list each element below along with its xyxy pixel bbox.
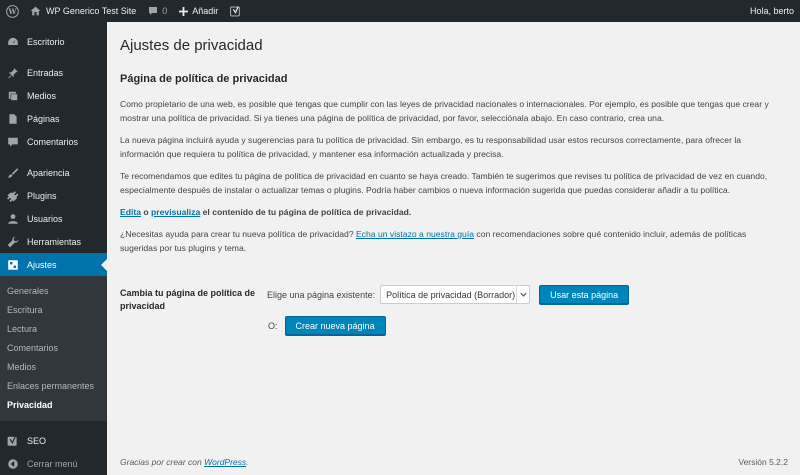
use-page-button[interactable]: Usar esta página: [539, 285, 630, 304]
sidebar-item-label: SEO: [27, 435, 47, 446]
edit-or: o: [143, 207, 149, 217]
site-name-link[interactable]: WP Generico Test Site: [24, 0, 142, 22]
settings-submenu: Generales Escritura Lectura Comentarios …: [0, 276, 107, 421]
sidebar-item-apariencia[interactable]: Apariencia: [0, 161, 107, 184]
admin-sidebar: Escritorio Entradas Medios Páginas Comen…: [0, 22, 107, 475]
wordpress-logo-icon[interactable]: W: [0, 0, 24, 22]
privacy-page-select[interactable]: Política de privacidad (Borrador): [380, 285, 531, 304]
submenu-item-comentarios[interactable]: Comentarios: [0, 339, 107, 358]
submenu-item-privacidad[interactable]: Privacidad: [0, 396, 107, 415]
sidebar-item-label: Páginas: [27, 113, 60, 124]
sidebar-item-label: Medios: [27, 90, 57, 101]
sidebar-item-plugins[interactable]: Plugins: [0, 184, 107, 207]
main-content: Ajustes de privacidad Página de política…: [107, 22, 800, 475]
submenu-item-lectura[interactable]: Lectura: [0, 320, 107, 339]
chevron-down-icon: [516, 286, 529, 303]
home-icon: [30, 6, 41, 16]
sidebar-item-escritorio[interactable]: Escritorio: [0, 30, 107, 53]
pages-icon: [6, 112, 20, 126]
help-paragraph: La nueva página incluirá ayuda y sugeren…: [120, 135, 742, 159]
submenu-item-medios[interactable]: Medios: [0, 358, 107, 377]
sidebar-item-ajustes[interactable]: Ajustes: [0, 253, 107, 276]
page-title: Ajustes de privacidad: [120, 37, 263, 54]
footer-thanks: Gracias por crear con WordPress.: [120, 457, 249, 467]
comments-count: 0: [162, 6, 168, 16]
footer: Gracias por crear con WordPress. Versión…: [120, 457, 788, 467]
sidebar-item-label: Ajustes: [27, 259, 57, 270]
footer-thanks-pre: Gracias por crear con: [120, 457, 202, 467]
intro-paragraph: Como propietario de una web, es posible …: [120, 99, 769, 123]
wrench-icon: [6, 235, 20, 249]
dashboard-icon: [6, 35, 20, 49]
comments-link[interactable]: 0: [142, 0, 173, 22]
guide-pre: ¿Necesitas ayuda para crear tu nueva pol…: [120, 229, 354, 239]
yoast-menu-icon[interactable]: [224, 0, 247, 22]
or-label: O:: [268, 320, 278, 331]
sidebar-item-usuarios[interactable]: Usuarios: [0, 207, 107, 230]
submenu-item-enlaces-permanentes[interactable]: Enlaces permanentes: [0, 377, 107, 396]
settings-fields: Elige una página existente: Política de …: [267, 285, 630, 335]
submenu-item-escritura[interactable]: Escritura: [0, 301, 107, 320]
sidebar-item-herramientas[interactable]: Herramientas: [0, 230, 107, 253]
collapse-arrow-icon: [6, 457, 20, 471]
create-new-page-button[interactable]: Crear nueva página: [284, 316, 386, 335]
choose-existing-label: Elige una página existente:: [267, 289, 376, 300]
plugin-icon: [6, 189, 20, 203]
settings-label: Cambia tu página de política de privacid…: [120, 288, 256, 311]
media-icon: [6, 89, 20, 103]
section-title: Página de política de privacidad: [120, 73, 288, 85]
sidebar-item-label: Comentarios: [27, 136, 79, 147]
sidebar-item-label: Plugins: [27, 190, 57, 201]
comment-icon: [6, 135, 20, 149]
guide-link[interactable]: Echa un vistazo a nuestra guía: [356, 229, 474, 239]
pin-icon: [6, 66, 20, 80]
edit-link[interactable]: Edita: [120, 207, 141, 217]
version-label: Versión 5.2.2: [738, 457, 788, 467]
collapse-label: Cerrar menú: [27, 458, 78, 469]
comment-bubble-icon: [148, 6, 158, 16]
svg-text:W: W: [7, 7, 17, 16]
brush-icon: [6, 166, 20, 180]
sidebar-item-label: Herramientas: [27, 236, 82, 247]
sidebar-item-label: Usuarios: [27, 213, 63, 224]
users-icon: [6, 212, 20, 226]
add-new-label: Añadir: [192, 6, 219, 16]
submenu-item-generales[interactable]: Generales: [0, 282, 107, 301]
site-name: WP Generico Test Site: [46, 6, 137, 16]
sidebar-item-paginas[interactable]: Páginas: [0, 107, 107, 130]
privacy-page-settings: Cambia tu página de política de privacid…: [120, 285, 800, 335]
sidebar-item-comentarios[interactable]: Comentarios: [0, 130, 107, 153]
footer-thanks-post: .: [246, 457, 249, 467]
sidebar-item-label: Apariencia: [27, 167, 70, 178]
sidebar-item-label: Entradas: [27, 67, 64, 78]
user-greeting[interactable]: Hola, berto: [744, 0, 800, 22]
edit-paragraph: Edita o previsualiza el contenido de tu …: [120, 205, 770, 219]
plus-icon: [179, 6, 189, 16]
sidebar-item-medios[interactable]: Medios: [0, 84, 107, 107]
add-new-menu[interactable]: Añadir: [173, 0, 224, 22]
sidebar-item-seo[interactable]: SEO: [0, 429, 107, 452]
recommendation-paragraph: Te recomendamos que edites tu página de …: [120, 171, 768, 195]
preview-link[interactable]: previsualiza: [151, 207, 200, 217]
privacy-page-select-value: Política de privacidad (Borrador): [386, 289, 516, 300]
settings-icon: [6, 258, 20, 272]
wordpress-link[interactable]: WordPress: [204, 457, 246, 467]
sidebar-item-entradas[interactable]: Entradas: [0, 61, 107, 84]
yoast-seo-icon: [6, 434, 20, 448]
collapse-menu-button[interactable]: Cerrar menú: [0, 452, 107, 475]
edit-rest: el contenido de tu página de política de…: [202, 207, 412, 217]
sidebar-item-label: Escritorio: [27, 36, 65, 47]
admin-bar: W WP Generico Test Site 0 Añadir Hola, b…: [0, 0, 800, 22]
guide-paragraph: ¿Necesitas ayuda para crear tu nueva pol…: [120, 227, 770, 255]
